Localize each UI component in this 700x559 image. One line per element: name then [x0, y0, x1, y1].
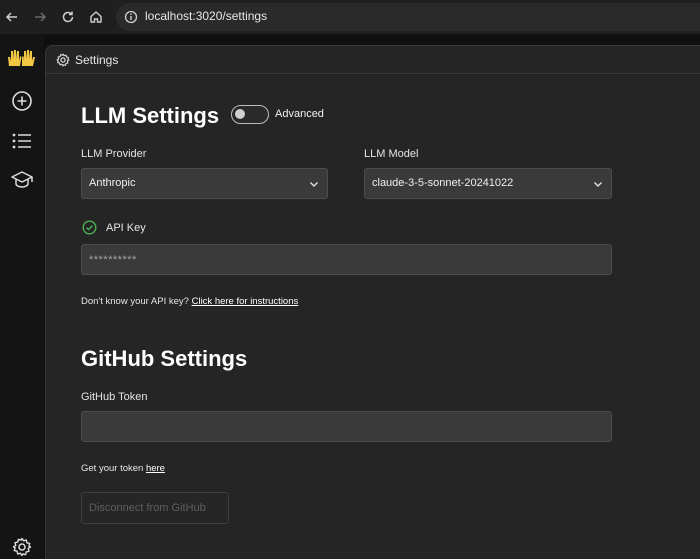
- llm-model-select[interactable]: claude-3-5-sonnet-20241022: [364, 168, 612, 199]
- github-token-label: GitHub Token: [81, 391, 148, 403]
- github-token-help-text: Get your token: [81, 463, 144, 474]
- toggle-knob: [235, 109, 245, 119]
- disconnect-github-label: Disconnect from GitHub: [89, 502, 206, 514]
- api-key-help: Don't know your API key? Click here for …: [81, 296, 298, 307]
- url-text: localhost:3020/settings: [145, 9, 268, 23]
- api-key-instructions-link[interactable]: Click here for instructions: [192, 296, 299, 307]
- github-token-help: Get your token here: [81, 463, 165, 474]
- api-key-help-text: Don't know your API key?: [81, 296, 189, 307]
- llm-provider-label: LLM Provider: [81, 148, 147, 160]
- github-token-input[interactable]: [81, 411, 612, 442]
- api-key-placeholder: **********: [89, 254, 137, 266]
- api-key-label: API Key: [106, 222, 146, 234]
- address-bar[interactable]: localhost:3020/settings: [116, 3, 700, 31]
- settings-gear-icon: [56, 53, 70, 67]
- llm-provider-select[interactable]: Anthropic: [81, 168, 328, 199]
- panel-header: Settings: [46, 46, 700, 74]
- settings-panel: Settings LLM Settings Advanced LLM Provi…: [45, 45, 700, 559]
- logo-hands-icon[interactable]: [6, 48, 36, 74]
- llm-model-value: claude-3-5-sonnet-20241022: [372, 177, 514, 189]
- sidebar: [0, 34, 44, 559]
- graduation-cap-icon[interactable]: [7, 165, 37, 195]
- advanced-toggle[interactable]: [231, 105, 269, 124]
- reload-icon[interactable]: [56, 5, 80, 29]
- plus-circle-icon[interactable]: [7, 86, 37, 116]
- home-icon[interactable]: [84, 5, 108, 29]
- site-info-icon[interactable]: [122, 8, 140, 26]
- chevron-down-icon: [594, 182, 602, 187]
- chevron-down-icon: [310, 182, 318, 187]
- back-icon[interactable]: [0, 5, 24, 29]
- check-circle-icon: [82, 220, 97, 235]
- gear-icon[interactable]: [7, 532, 37, 559]
- advanced-label: Advanced: [275, 108, 324, 120]
- forward-icon[interactable]: [28, 5, 52, 29]
- github-token-link[interactable]: here: [146, 463, 165, 474]
- panel-title: Settings: [75, 53, 119, 67]
- llm-settings-heading: LLM Settings: [81, 103, 220, 128]
- disconnect-github-button[interactable]: Disconnect from GitHub: [81, 492, 229, 524]
- api-key-input[interactable]: **********: [81, 244, 612, 275]
- llm-provider-value: Anthropic: [89, 177, 136, 189]
- llm-model-label: LLM Model: [364, 148, 419, 160]
- github-settings-heading: GitHub Settings: [81, 346, 248, 371]
- list-icon[interactable]: [7, 126, 37, 156]
- browser-toolbar: localhost:3020/settings: [0, 0, 700, 34]
